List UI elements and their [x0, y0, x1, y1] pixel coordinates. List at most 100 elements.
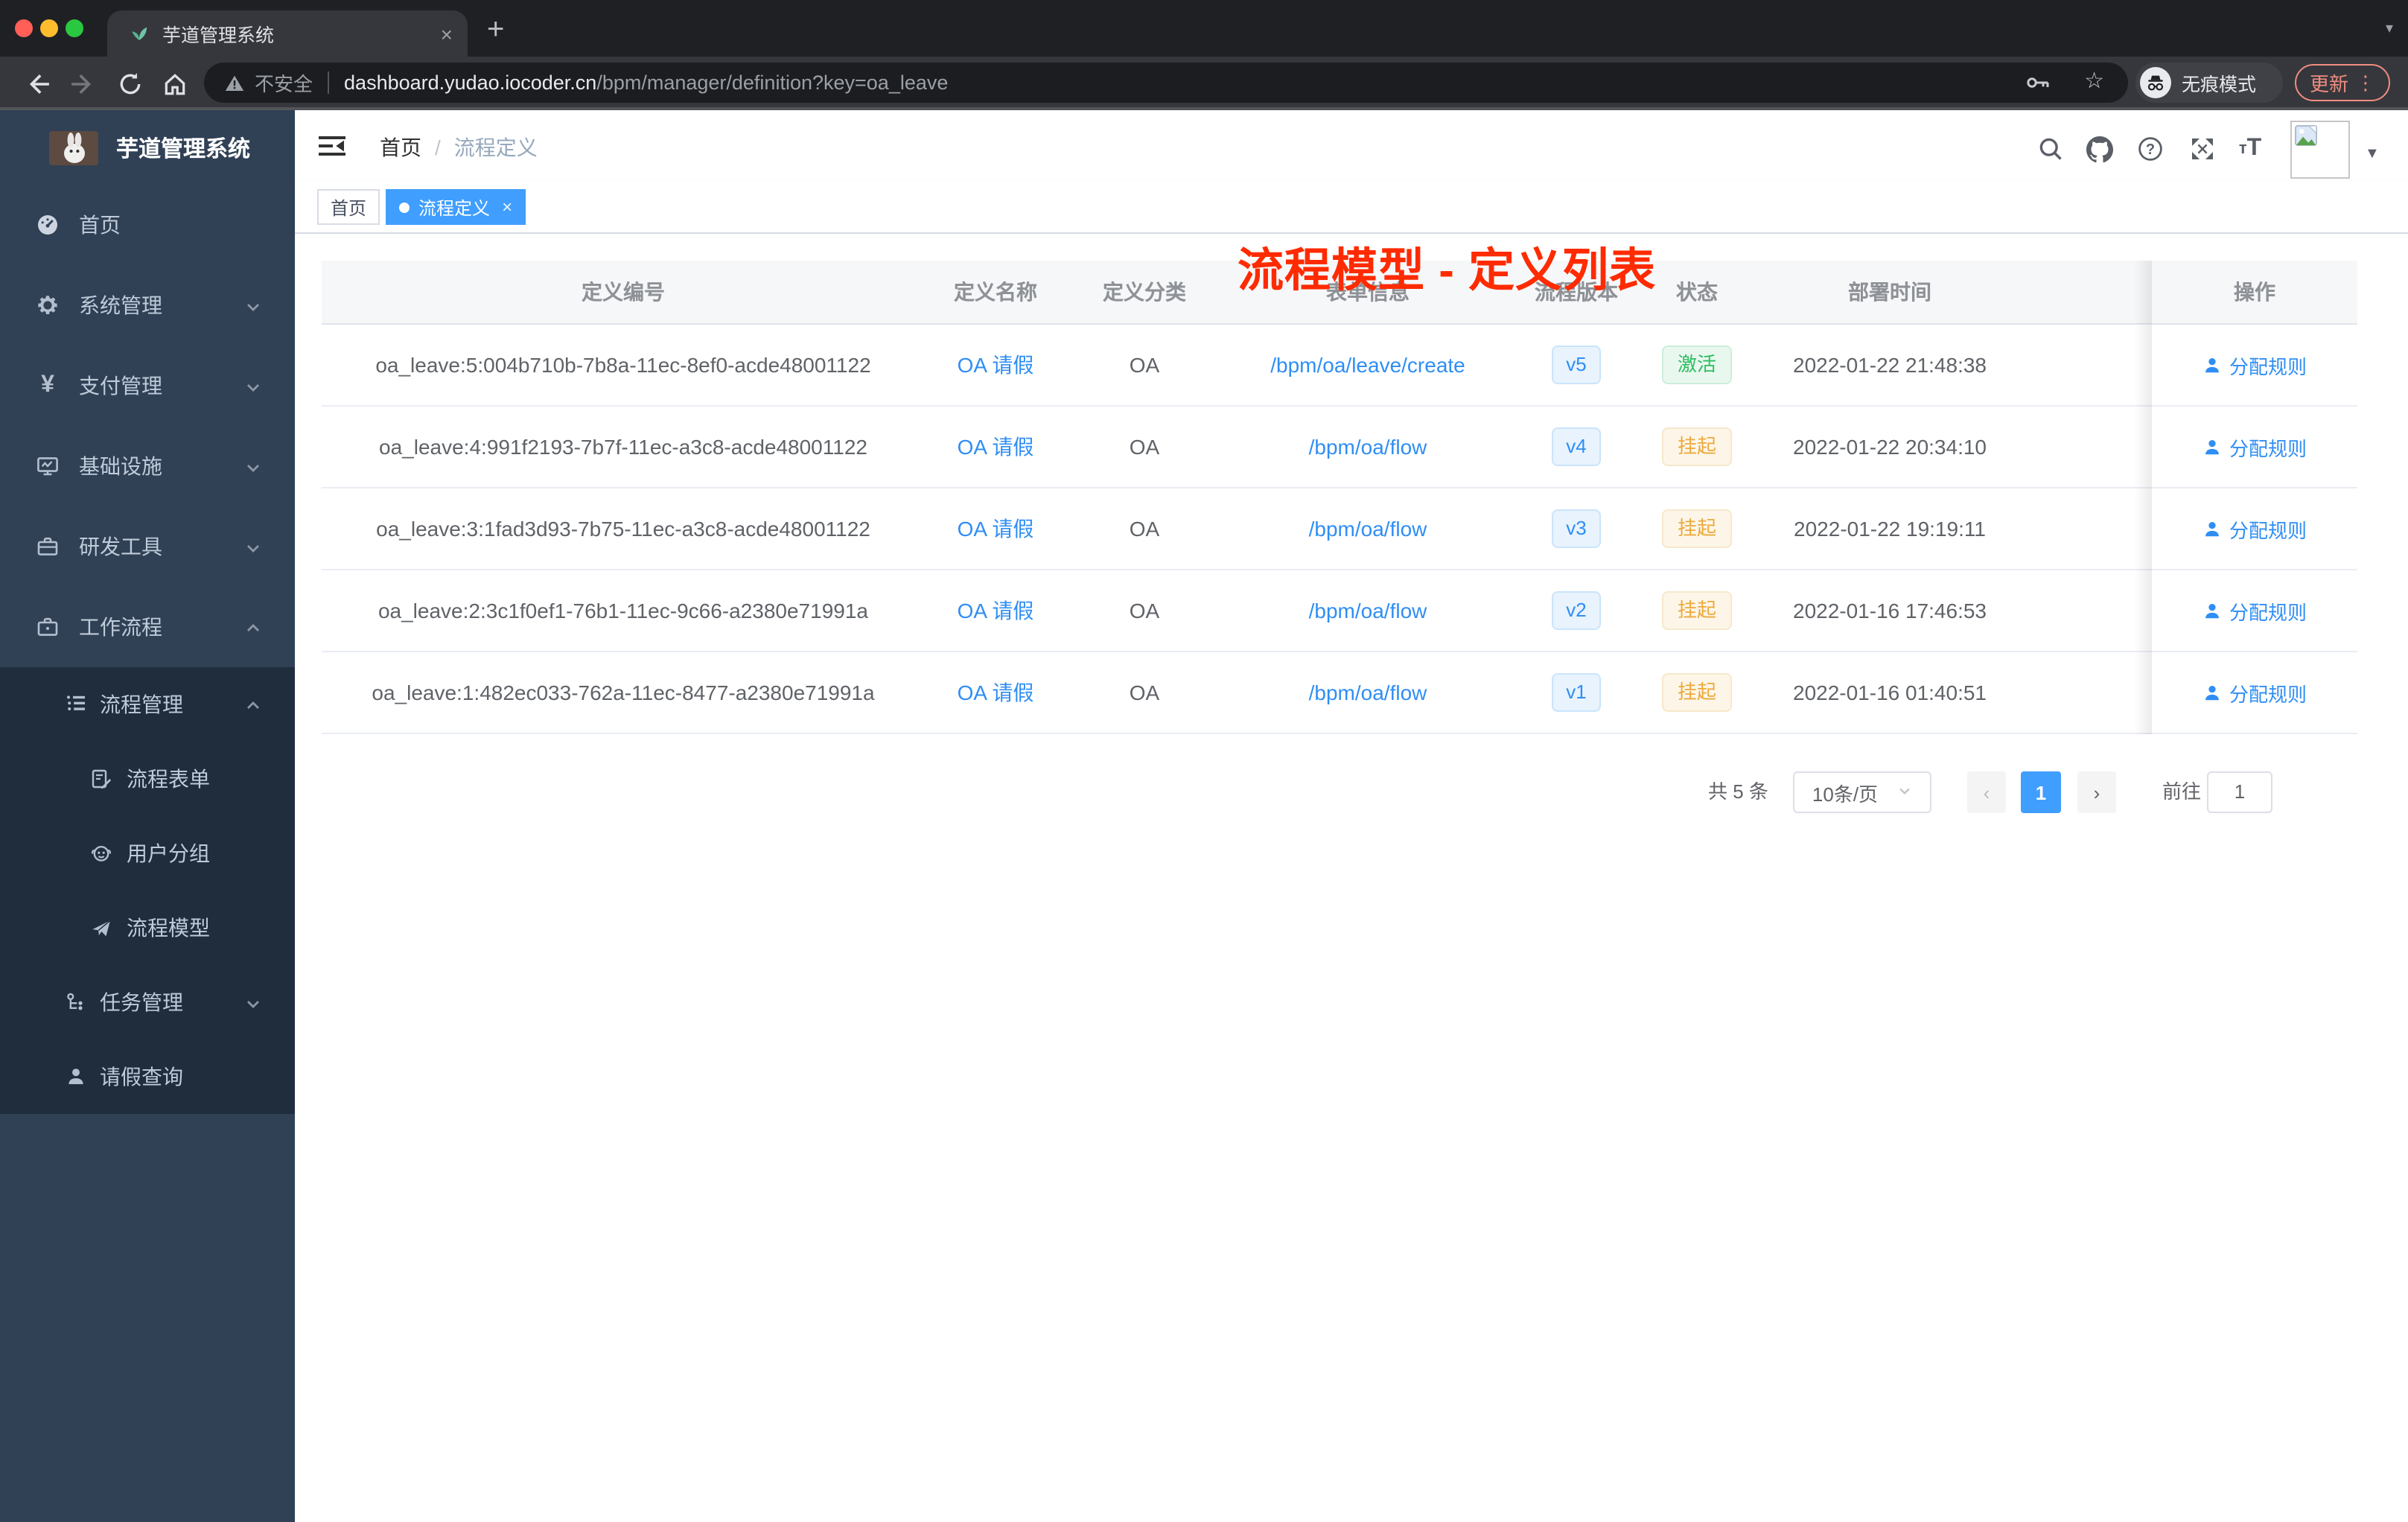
sidebar-item-system[interactable]: 系统管理 — [0, 265, 295, 346]
url-host: dashboard.yudao.iocoder.cn — [344, 71, 597, 94]
tag-close-icon[interactable]: × — [502, 198, 512, 216]
chevron-down-icon — [244, 377, 262, 401]
sidebar-item-label: 基础设施 — [79, 454, 162, 478]
definition-name-link[interactable]: OA 请假 — [958, 435, 1034, 459]
bookmark-star-icon[interactable]: ☆ — [2084, 67, 2104, 94]
chevron-down-icon — [244, 296, 262, 320]
table-row: oa_leave:4:991f2193-7b7f-11ec-a3c8-acde4… — [322, 407, 2357, 488]
omnibox-divider — [328, 71, 330, 94]
form-link[interactable]: /bpm/oa/flow — [1309, 681, 1427, 704]
help-icon[interactable]: ? — [2137, 136, 2164, 162]
tab-close-icon[interactable]: × — [441, 23, 453, 44]
page-content: 定义编号 定义名称 定义分类 表单信息 流程版本 状态 部署时间 操作 oa_l… — [295, 234, 2408, 1522]
sidebar: 芋道管理系统 首页 系统管理 ¥ 支付管理 基础设施 研发工具 工作流程 流程管… — [0, 110, 295, 1522]
person-icon — [2205, 357, 2219, 372]
status-badge: 挂起 — [1662, 427, 1731, 466]
sidebar-item-devtools[interactable]: 研发工具 — [0, 506, 295, 587]
chevron-down-icon — [244, 993, 262, 1017]
breadcrumb-home[interactable]: 首页 — [380, 133, 421, 162]
sidebar-item-leave-query[interactable]: 请假查询 — [0, 1039, 295, 1114]
sidebar-item-process-manage[interactable]: 流程管理 — [0, 667, 295, 742]
definition-name-link[interactable]: OA 请假 — [958, 599, 1034, 623]
avatar[interactable] — [2290, 121, 2350, 179]
window-close-button[interactable] — [15, 19, 33, 37]
fullscreen-icon[interactable] — [2189, 136, 2216, 162]
definition-name-link[interactable]: OA 请假 — [958, 517, 1034, 541]
password-key-icon[interactable] — [2025, 71, 2051, 98]
page-number-button[interactable]: 1 — [2021, 771, 2061, 813]
column-header: 定义编号 — [582, 280, 665, 304]
prev-page-button[interactable]: ‹ — [1967, 771, 2006, 813]
tab-search-caret-icon[interactable]: ▾ — [2386, 21, 2393, 37]
sidebar-item-label: 请假查询 — [100, 1065, 183, 1089]
search-icon[interactable] — [2037, 136, 2064, 162]
security-warning-icon[interactable] — [225, 74, 244, 92]
status-badge: 挂起 — [1662, 591, 1731, 630]
definition-name-link[interactable]: OA 请假 — [958, 681, 1034, 704]
breadcrumb: 首页 / 流程定义 — [380, 133, 538, 162]
gear-icon — [36, 293, 60, 317]
chevron-down-icon — [244, 538, 262, 561]
definition-category: OA — [1129, 435, 1160, 459]
reload-icon[interactable] — [115, 69, 144, 98]
github-icon[interactable] — [2086, 136, 2113, 162]
next-page-button[interactable]: › — [2077, 771, 2116, 813]
status-badge: 挂起 — [1662, 509, 1731, 548]
browser-tab[interactable]: 芋道管理系统 × — [107, 10, 468, 57]
window-zoom-button[interactable] — [66, 19, 83, 37]
security-label[interactable]: 不安全 — [255, 69, 313, 97]
assign-rule-button[interactable]: 分配规则 — [2202, 351, 2307, 379]
address-bar[interactable]: 不安全 dashboard.yudao.iocoder.cn/bpm/manag… — [204, 63, 2128, 103]
sidebar-item-process-model[interactable]: 流程模型 — [0, 891, 295, 965]
sidebar-item-process-form[interactable]: 流程表单 — [0, 742, 295, 816]
sidebar-item-payment[interactable]: ¥ 支付管理 — [0, 346, 295, 426]
breadcrumb-current: 流程定义 — [453, 136, 538, 159]
browser-toolbar: 不安全 dashboard.yudao.iocoder.cn/bpm/manag… — [0, 57, 2408, 110]
forward-icon[interactable] — [67, 69, 97, 98]
form-link[interactable]: /bpm/oa/leave/create — [1270, 353, 1465, 377]
back-icon[interactable] — [22, 69, 52, 98]
definition-category: OA — [1129, 353, 1160, 377]
sidebar-toggle-hamburger-icon[interactable] — [319, 136, 345, 164]
tag-process-definition[interactable]: 流程定义 × — [386, 189, 526, 225]
assign-rule-button[interactable]: 分配规则 — [2202, 678, 2307, 707]
new-tab-button[interactable]: + — [487, 13, 504, 48]
version-badge: v2 — [1551, 591, 1602, 630]
chevron-down-icon — [244, 457, 262, 481]
definition-name-link[interactable]: OA 请假 — [958, 353, 1034, 377]
column-header: 定义分类 — [1103, 280, 1186, 304]
definition-id: oa_leave:2:3c1f0ef1-76b1-11ec-9c66-a2380… — [378, 599, 868, 623]
main-area: 首页 / 流程定义 ? тT ▼ 首页 流程定义 × 定义编号 定义名称 定义分… — [295, 110, 2408, 1522]
sidebar-item-infrastructure[interactable]: 基础设施 — [0, 426, 295, 506]
assign-rule-button[interactable]: 分配规则 — [2202, 433, 2307, 461]
version-badge: v1 — [1551, 673, 1602, 712]
avatar-caret-icon[interactable]: ▼ — [2365, 146, 2380, 162]
sidebar-item-label: 工作流程 — [79, 615, 162, 639]
sidebar-logo[interactable]: 芋道管理系统 — [0, 110, 295, 185]
goto-label: 前往 — [2162, 780, 2202, 803]
briefcase-icon — [36, 615, 60, 639]
navbar: 首页 / 流程定义 ? тT ▼ — [295, 110, 2408, 182]
form-link[interactable]: /bpm/oa/flow — [1309, 599, 1427, 623]
browser-update-button[interactable]: 更新 ⋮ — [2295, 64, 2390, 101]
tag-home[interactable]: 首页 — [317, 189, 380, 225]
version-badge: v3 — [1551, 509, 1602, 548]
font-size-icon[interactable]: тT — [2234, 136, 2267, 162]
toolbox-icon — [36, 535, 60, 558]
sidebar-item-task-manage[interactable]: 任务管理 — [0, 965, 295, 1039]
chevron-down-icon — [1897, 783, 1912, 801]
assign-rule-button[interactable]: 分配规则 — [2202, 596, 2307, 625]
sidebar-item-home[interactable]: 首页 — [0, 185, 295, 265]
form-link[interactable]: /bpm/oa/flow — [1309, 517, 1427, 541]
form-link[interactable]: /bpm/oa/flow — [1309, 435, 1427, 459]
update-label[interactable]: 更新 — [2310, 69, 2348, 97]
sidebar-item-workflow[interactable]: 工作流程 — [0, 587, 295, 667]
home-icon[interactable] — [159, 69, 189, 98]
page-size-select[interactable]: 10条/页 — [1793, 771, 1931, 813]
goto-page-input[interactable]: 1 — [2207, 771, 2272, 813]
table-row: oa_leave:3:1fad3d93-7b75-11ec-a3c8-acde4… — [322, 488, 2357, 570]
assign-rule-button[interactable]: 分配规则 — [2202, 515, 2307, 543]
browser-menu-dots-icon[interactable]: ⋮ — [2356, 71, 2375, 95]
sidebar-item-user-group[interactable]: 用户分组 — [0, 816, 295, 891]
window-minimize-button[interactable] — [40, 19, 58, 37]
